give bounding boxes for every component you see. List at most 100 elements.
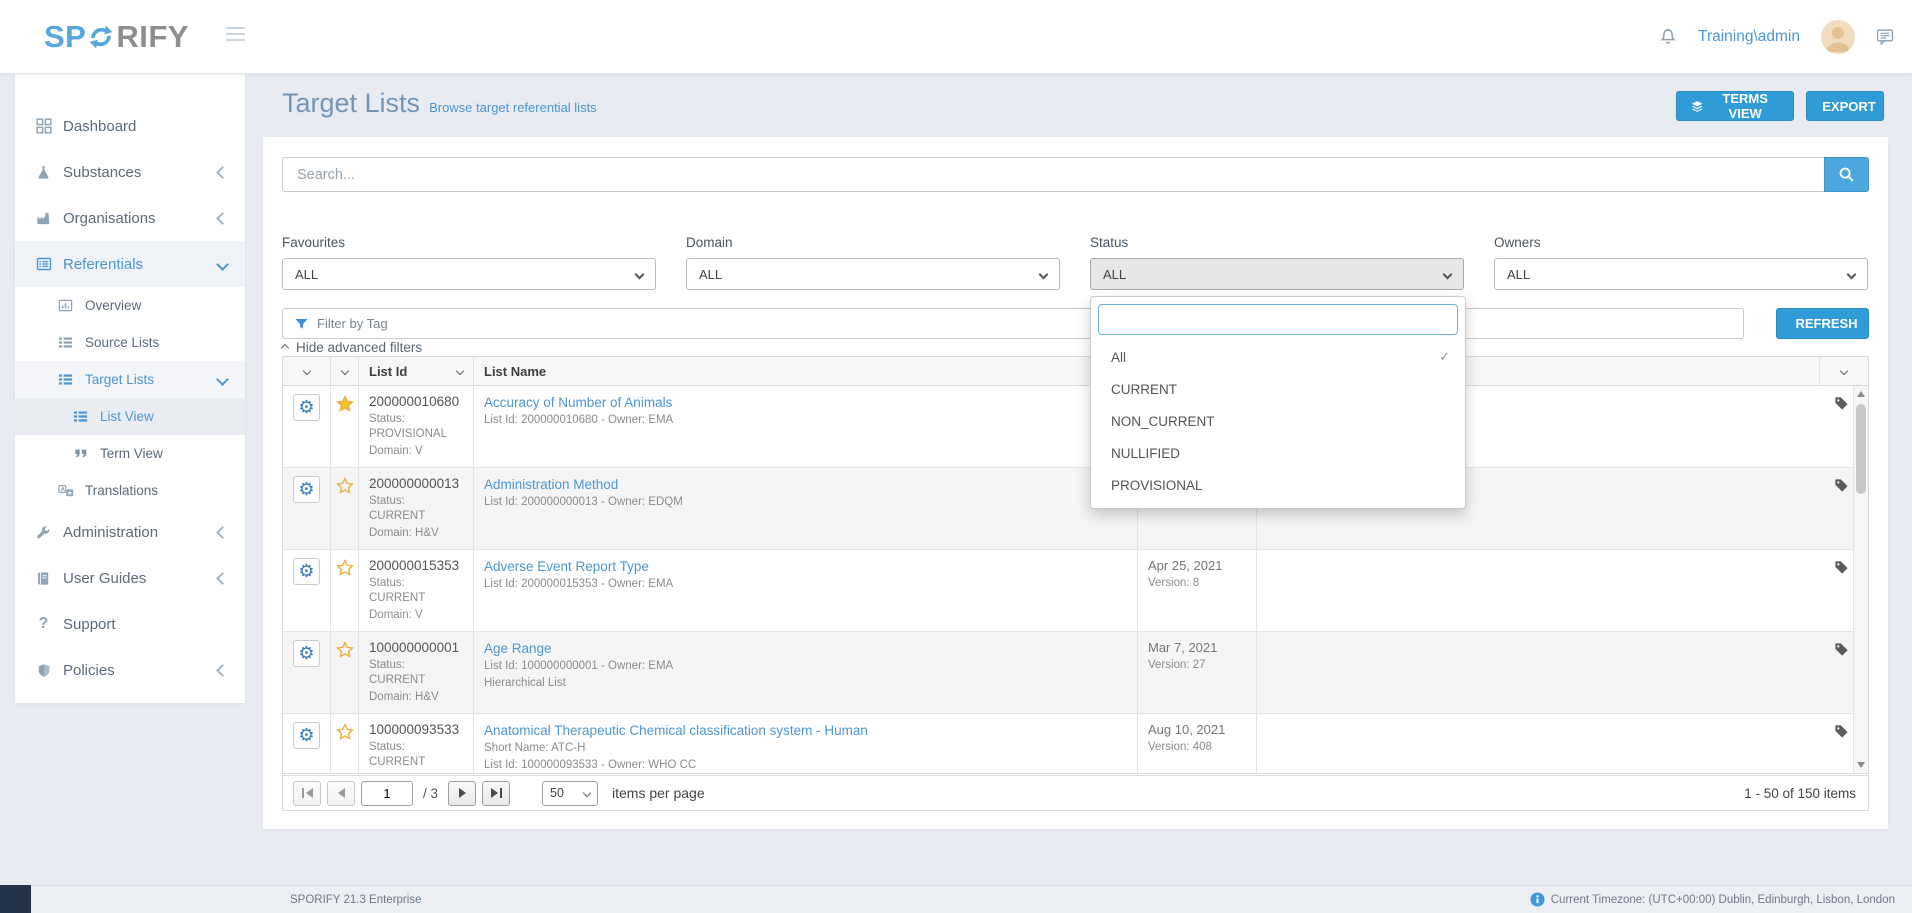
table-row: ⚙ 200000000013 Status: CURRENT Domain: H… (283, 468, 1868, 550)
sidebar-footer-block (0, 885, 31, 913)
sidebar-item-list-view[interactable]: List View (15, 398, 245, 435)
gear-icon: ⚙ (298, 399, 314, 417)
content-card: Hide advanced filters Favourites Domain … (263, 137, 1888, 829)
page-number-input[interactable] (361, 781, 413, 806)
list-name-link[interactable]: Age Range (484, 640, 1127, 657)
status-option-current[interactable]: CURRENT (1098, 373, 1458, 405)
sidebar-item-policies[interactable]: Policies (15, 647, 245, 693)
chevron-up-icon (281, 343, 289, 351)
search-button[interactable] (1824, 157, 1869, 192)
target-lists-icon (57, 372, 74, 387)
table-scrollbar[interactable] (1853, 386, 1868, 773)
overview-chart-icon (57, 298, 74, 313)
sidebar-item-referentials[interactable]: Referentials (15, 241, 245, 287)
export-button[interactable]: x EXPORT (1806, 91, 1884, 121)
row-actions-button[interactable]: ⚙ (293, 722, 320, 749)
status-select[interactable]: ALL (1090, 258, 1464, 290)
status-option-non-current[interactable]: NON_CURRENT (1098, 405, 1458, 437)
scroll-down-icon[interactable] (1857, 762, 1865, 768)
list-name-column-header[interactable]: List Name (474, 357, 1138, 385)
topbar: SP RIFY Training\admin (0, 0, 1912, 74)
first-page-button[interactable] (293, 781, 321, 806)
status-option-nullified[interactable]: NULLIFIED (1098, 437, 1458, 469)
chat-icon[interactable] (1876, 28, 1894, 45)
chevron-down-icon (1443, 269, 1453, 279)
next-page-button[interactable] (448, 781, 476, 806)
row-actions-button[interactable]: ⚙ (293, 558, 320, 585)
list-id: 200000015353 (369, 558, 463, 574)
gear-icon: ⚙ (298, 645, 314, 663)
sidebar-item-dashboard[interactable]: Dashboard (15, 103, 245, 149)
last-page-button[interactable] (482, 781, 510, 806)
scrollbar-thumb[interactable] (1856, 404, 1866, 494)
page-size-select[interactable]: 50 (542, 781, 598, 806)
domain-label: Domain (686, 235, 733, 250)
favourite-star-icon[interactable] (336, 723, 354, 741)
sidebar-item-source-lists[interactable]: Source Lists (15, 324, 245, 361)
prev-page-button[interactable] (327, 781, 355, 806)
avatar[interactable] (1821, 20, 1855, 54)
list-name-link[interactable]: Administration Method (484, 476, 1127, 493)
owners-select[interactable]: ALL (1494, 258, 1868, 290)
sidebar-item-administration[interactable]: Administration (15, 509, 245, 555)
tags-column-header[interactable] (1820, 357, 1868, 385)
sidebar-item-substances[interactable]: Substances (15, 149, 245, 195)
domain-select[interactable]: ALL (686, 258, 1060, 290)
username[interactable]: Training\admin (1698, 28, 1800, 46)
favourites-label: Favourites (282, 235, 345, 250)
modified-date: Apr 25, 2021 (1148, 558, 1246, 574)
favourites-column-header[interactable] (331, 357, 359, 385)
row-actions-button[interactable]: ⚙ (293, 476, 320, 503)
referentials-icon (35, 256, 52, 272)
sidebar-item-user-guides[interactable]: User Guides (15, 555, 245, 601)
favourite-star-icon[interactable] (336, 395, 354, 413)
favourite-star-icon[interactable] (336, 641, 354, 659)
chevron-left-icon (216, 212, 229, 225)
sidebar-item-term-view[interactable]: Term View (15, 435, 245, 472)
favourites-select[interactable]: ALL (282, 258, 656, 290)
timezone-label: Current Timezone: (UTC+00:00) Dublin, Ed… (1551, 894, 1895, 906)
sidebar-item-target-lists[interactable]: Target Lists (15, 361, 245, 398)
tag-icon[interactable] (1834, 724, 1849, 739)
list-status: Status: CURRENT (369, 494, 463, 524)
status-option-all[interactable]: All ✓ (1098, 341, 1458, 373)
list-name-link[interactable]: Adverse Event Report Type (484, 558, 1127, 575)
table-row: ⚙ 100000093533 Status: CURRENT Domain: H… (283, 714, 1868, 773)
status-dropdown-search-input[interactable] (1098, 304, 1458, 335)
filter-by-tag-input[interactable]: Filter by Tag (282, 308, 1744, 339)
hamburger-icon[interactable] (226, 27, 245, 45)
list-name-link[interactable]: Anatomical Therapeutic Chemical classifi… (484, 722, 1127, 739)
list-status: Status: PROVISIONAL (369, 412, 463, 442)
sporify-logo[interactable]: SP RIFY (44, 0, 189, 73)
tag-icon[interactable] (1834, 478, 1849, 493)
sidebar-item-organisations[interactable]: Organisations (15, 195, 245, 241)
list-id: 100000000001 (369, 640, 463, 656)
tag-icon[interactable] (1834, 560, 1849, 575)
tag-icon[interactable] (1834, 396, 1849, 411)
chevron-left-icon (216, 166, 229, 179)
favourite-star-icon[interactable] (336, 477, 354, 495)
chevron-down-icon (216, 258, 229, 271)
checkmark-icon: ✓ (1439, 350, 1450, 365)
hide-advanced-filters-toggle[interactable]: Hide advanced filters (282, 340, 422, 355)
flask-icon (35, 165, 52, 180)
row-actions-button[interactable]: ⚙ (293, 640, 320, 667)
actions-column-header[interactable] (283, 357, 331, 385)
row-actions-button[interactable]: ⚙ (293, 394, 320, 421)
sidebar-item-overview[interactable]: Overview (15, 287, 245, 324)
list-id-column-header[interactable]: List Id (359, 357, 474, 385)
sidebar-item-translations[interactable]: A Translations (15, 472, 245, 509)
favourite-star-icon[interactable] (336, 559, 354, 577)
search-input[interactable] (282, 157, 1869, 192)
tag-icon[interactable] (1834, 642, 1849, 657)
status-option-provisional[interactable]: PROVISIONAL (1098, 469, 1458, 501)
list-name-link[interactable]: Accuracy of Number of Animals (484, 394, 1127, 411)
app-version-label: SPORIFY 21.3 Enterprise (290, 894, 421, 906)
refresh-button[interactable]: REFRESH (1776, 308, 1869, 339)
terms-view-button[interactable]: TERMS VIEW (1676, 91, 1794, 121)
bell-icon[interactable] (1659, 27, 1677, 46)
page-title: Target Lists (282, 88, 420, 119)
scroll-up-icon[interactable] (1857, 391, 1865, 397)
chevron-left-icon (216, 572, 229, 585)
sidebar-item-support[interactable]: ? Support (15, 601, 245, 647)
